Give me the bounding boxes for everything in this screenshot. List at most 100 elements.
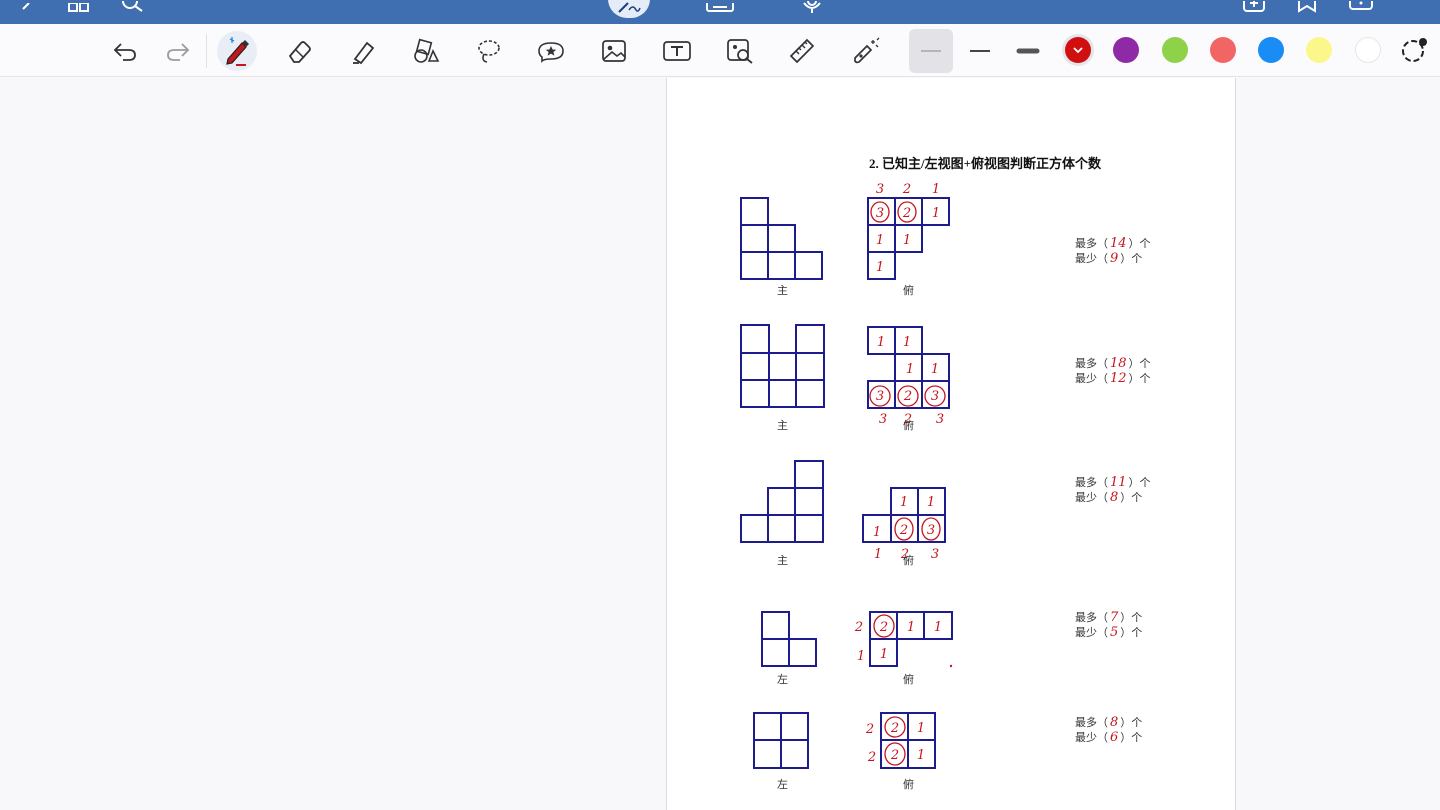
problem-5-cell-number: 1 (917, 748, 925, 763)
problem-1-cell-number: 1 (932, 206, 940, 221)
problem-1-max-answer: 最多（ 14 ）个 (1075, 236, 1151, 251)
ink-dot (949, 664, 953, 668)
problem-3-front-label: 主 (777, 555, 788, 567)
problem-4-max-value: 7 (1110, 610, 1119, 625)
problem-3-min-value: 8 (1110, 490, 1119, 505)
document-page[interactable]: 2. 已知主/左视图+俯视图判断正方体个数 3 2 1 3 2 1 1 1 1 … (666, 78, 1236, 810)
app-top-bar (0, 0, 1440, 24)
problem-4-cell-number: 1 (880, 647, 888, 662)
problem-2-min-value: 12 (1110, 371, 1127, 386)
problem-3-cell-number: 1 (900, 495, 908, 510)
problem-3-cell-number: 1 (873, 525, 881, 540)
problem-1-cell-number: 2 (902, 206, 911, 221)
problem-3-max-answer: 最多（ 11 ）个 (1075, 475, 1151, 490)
ruler-icon[interactable] (782, 31, 822, 71)
color-swatch-white[interactable] (1355, 37, 1381, 63)
problem-1-cell-number: 1 (876, 233, 884, 248)
problem-2-front-label: 主 (777, 420, 788, 432)
color-swatch-green[interactable] (1162, 37, 1188, 63)
problem-1-cell-number: 1 (903, 233, 911, 248)
lasso-icon[interactable] (469, 31, 509, 71)
problem-1-cell-number: 3 (876, 206, 884, 221)
problem-4-left-view (761, 611, 817, 667)
problem-3-max-value: 11 (1110, 475, 1127, 490)
problem-5-left-view (753, 712, 809, 769)
problem-2-cell-number: 1 (906, 362, 914, 377)
problem-2-cell-number: 3 (931, 389, 939, 404)
redo-icon[interactable] (158, 31, 198, 71)
figures-canvas: 3 2 13 2 11 111 11 13 2 33 2 31 11 2 31 2 3212 1 11222 12 1 (740, 182, 953, 769)
color-swatch-coral[interactable] (1210, 37, 1236, 63)
problem-2-max-answer: 最多（ 18 ）个 (1075, 356, 1151, 371)
problem-3-cell-number: 2 (899, 523, 908, 538)
bookmark-icon[interactable] (1296, 0, 1318, 13)
problem-4-top-label: 俯 (903, 674, 914, 686)
problem-1-cell-number: 1 (876, 260, 884, 275)
problem-1-column-number: 3 (876, 182, 884, 197)
problem-5-cell-number: 1 (917, 721, 925, 736)
problem-2-cell-number: 1 (931, 362, 939, 377)
color-swatch-yellow[interactable] (1306, 37, 1332, 63)
color-swatch-purple[interactable] (1113, 37, 1139, 63)
highlighter-icon[interactable] (343, 31, 383, 71)
back-icon[interactable] (18, 0, 32, 12)
problem-1-column-number: 1 (932, 182, 940, 197)
stroke-medium-icon[interactable] (960, 31, 1000, 71)
problem-5-top-view (880, 712, 936, 769)
microphone-icon[interactable] (800, 0, 824, 13)
pen-mode-icon[interactable] (608, 0, 650, 18)
problem-2-cell-number: 1 (903, 335, 911, 350)
image-icon[interactable] (594, 31, 634, 71)
problem-4-max-answer: 最多（ 7 ）个 (1075, 610, 1143, 625)
problem-1-min-answer: 最少（ 9 ）个 (1075, 251, 1143, 266)
search-icon[interactable] (120, 0, 148, 12)
sticker-icon[interactable] (531, 31, 571, 71)
problem-5-cell-number: 2 (890, 721, 899, 736)
problem-4-cell-number: 1 (907, 620, 915, 635)
toolbar-divider (206, 34, 207, 68)
problem-2-front-view (740, 324, 825, 408)
image-search-icon[interactable] (720, 31, 760, 71)
problem-3-min-answer: 最少（ 8 ）个 (1075, 490, 1143, 505)
problem-5-row-number: 2 (865, 722, 874, 737)
stroke-thin-icon[interactable] (909, 29, 953, 73)
problem-3-column-number: 3 (931, 547, 939, 562)
text-icon[interactable] (657, 31, 697, 71)
problem-5-min-value: 6 (1110, 730, 1119, 745)
problem-4-cell-number: 1 (934, 620, 942, 635)
pen-icon[interactable] (217, 31, 257, 71)
problem-3-top-label: 俯 (903, 555, 914, 567)
problem-2-cell-number: 3 (876, 389, 884, 404)
more-icon[interactable] (1348, 0, 1374, 12)
problem-5-row-number: 2 (867, 750, 876, 765)
color-picker-icon[interactable] (1394, 31, 1434, 71)
problem-2-top-label: 俯 (903, 420, 914, 432)
eraser-icon[interactable] (280, 31, 320, 71)
stroke-thick-icon[interactable] (1008, 31, 1048, 71)
problem-4-min-answer: 最少（ 5 ）个 (1075, 625, 1143, 640)
drawing-toolbar (0, 24, 1440, 77)
laser-pointer-icon[interactable] (845, 31, 885, 71)
color-swatch-blue[interactable] (1258, 37, 1284, 63)
problem-4-min-value: 5 (1110, 625, 1119, 640)
problem-1-front-view (740, 197, 823, 280)
problem-5-min-answer: 最少（ 6 ）个 (1075, 730, 1143, 745)
problem-3-cell-number: 1 (927, 495, 935, 510)
problem-4-row-number: 1 (857, 649, 865, 664)
grid-view-icon[interactable] (68, 0, 90, 12)
problem-4-left-label: 左 (777, 674, 788, 686)
problem-4-cell-number: 2 (879, 620, 888, 635)
undo-icon[interactable] (105, 31, 145, 71)
problem-2-column-number: 3 (879, 412, 887, 427)
problem-1-min-value: 9 (1110, 251, 1119, 266)
problem-5-max-value: 8 (1110, 715, 1119, 730)
problem-2-max-value: 18 (1110, 356, 1127, 371)
problem-1-top-label: 俯 (903, 285, 914, 297)
problem-2-cell-number: 2 (903, 389, 912, 404)
problem-3-column-number: 1 (874, 547, 882, 562)
keyboard-icon[interactable] (706, 0, 734, 12)
color-swatch-red[interactable] (1065, 37, 1091, 63)
problem-5-left-label: 左 (777, 779, 788, 791)
add-page-icon[interactable] (1242, 0, 1266, 12)
shapes-icon[interactable] (406, 31, 446, 71)
